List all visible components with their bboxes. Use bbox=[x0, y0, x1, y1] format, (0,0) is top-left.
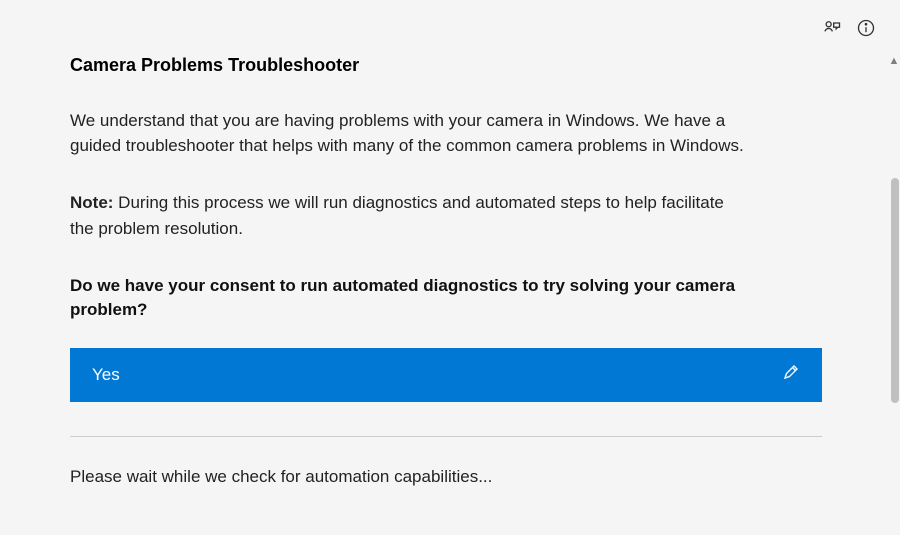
feedback-icon[interactable] bbox=[822, 18, 842, 38]
yes-button[interactable]: Yes bbox=[70, 348, 822, 402]
note-text: During this process we will run diagnost… bbox=[70, 193, 724, 238]
header-icon-bar bbox=[822, 18, 876, 38]
main-content: Camera Problems Troubleshooter We unders… bbox=[0, 0, 820, 487]
scrollbar-thumb[interactable] bbox=[891, 178, 899, 403]
edit-icon bbox=[782, 363, 800, 386]
divider bbox=[70, 436, 822, 437]
info-icon[interactable] bbox=[856, 18, 876, 38]
waiting-text: Please wait while we check for automatio… bbox=[70, 467, 750, 487]
consent-question: Do we have your consent to run automated… bbox=[70, 274, 750, 322]
note-block: Note: During this process we will run di… bbox=[70, 190, 750, 241]
yes-button-label: Yes bbox=[92, 365, 120, 385]
note-label: Note: bbox=[70, 193, 113, 212]
page-title: Camera Problems Troubleshooter bbox=[70, 55, 750, 76]
intro-text: We understand that you are having proble… bbox=[70, 109, 750, 158]
